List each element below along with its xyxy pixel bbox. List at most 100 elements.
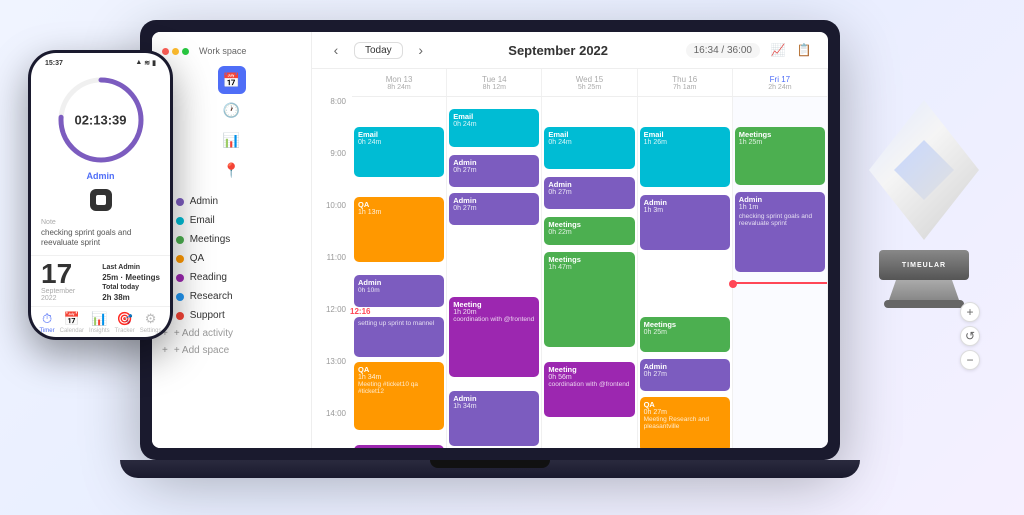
time-1000: 10:00 bbox=[312, 201, 352, 253]
add-space-btn[interactable]: + + Add space bbox=[152, 342, 311, 359]
sidebar-item-reading[interactable]: ▶ Reading bbox=[152, 268, 311, 287]
add-activity-label: + Add activity bbox=[174, 328, 233, 339]
chart-view-icon[interactable]: 📈 bbox=[768, 40, 788, 60]
sidebar-item-research[interactable]: ▶ Research bbox=[152, 287, 311, 306]
event-admin-tue2[interactable]: Admin 0h 27m bbox=[449, 193, 539, 225]
sidebar-item-support[interactable]: ▶ Support bbox=[152, 306, 311, 325]
event-admin-fri[interactable]: Admin 1h 1m checking sprint goals and re… bbox=[735, 192, 825, 272]
event-admin-wed[interactable]: Admin 0h 27m bbox=[544, 177, 634, 209]
col-fri17: Meetings 1h 25m Admin 1h 1m checking spr… bbox=[733, 97, 828, 448]
event-admin-tue1[interactable]: Admin 0h 27m bbox=[449, 155, 539, 187]
control-buttons: + ↺ − bbox=[960, 302, 980, 370]
last-admin-value: 25m · Meetings bbox=[102, 273, 160, 282]
workspace-label: Work space bbox=[199, 46, 246, 56]
next-btn[interactable]: › bbox=[411, 40, 431, 60]
event-meeting-mon[interactable]: Meeting 0h 34m Weekly review meeting wit… bbox=[354, 445, 444, 448]
nav-timer[interactable]: ⏱Timer bbox=[40, 311, 55, 334]
diamond-foot bbox=[884, 300, 964, 308]
nav-tracker[interactable]: 🎯Tracker bbox=[115, 311, 135, 334]
phone-main: 02:13:39 Admin Note checking sprint goal… bbox=[31, 69, 170, 255]
sidebar-item-qa[interactable]: ▶ QA bbox=[152, 249, 311, 268]
support-label: Support bbox=[190, 310, 225, 321]
add-space-label: + Add space bbox=[174, 345, 229, 356]
minimize-dot[interactable] bbox=[172, 48, 179, 55]
activity-label: Admin bbox=[87, 171, 115, 181]
ctrl-minus[interactable]: − bbox=[960, 350, 980, 370]
event-meetings-fri[interactable]: Meetings 1h 25m bbox=[735, 127, 825, 185]
laptop: Work space 📅 🕐 📊 📍 ▶ Admin ▶ Email bbox=[140, 20, 860, 490]
col-wed15: Email 0h 24m Admin 0h 27m Meetings 0h 22… bbox=[542, 97, 637, 448]
time-1400: 14:00 bbox=[312, 409, 352, 448]
reading-label: Reading bbox=[190, 272, 227, 283]
day-tue14: Tue 14 8h 12m bbox=[447, 69, 542, 96]
note-text: checking sprint goals and reevaluate spr… bbox=[41, 228, 160, 249]
nav-insights[interactable]: 📊Insights bbox=[89, 311, 110, 334]
timer-ring: 02:13:39 bbox=[56, 75, 146, 165]
event-admin-tue3[interactable]: Admin 1h 34m bbox=[449, 391, 539, 446]
laptop-notch bbox=[430, 460, 550, 468]
maximize-dot[interactable] bbox=[182, 48, 189, 55]
event-admin-thu2[interactable]: Admin 0h 27m bbox=[640, 359, 730, 391]
day-headers: Mon 13 8h 24m Tue 14 8h 12m Wed 15 5h 25… bbox=[352, 69, 828, 97]
event-meeting-wed[interactable]: Meeting 0h 56m coordination with @fronte… bbox=[544, 362, 634, 417]
sidebar-insights-icon[interactable]: 📊 bbox=[218, 126, 246, 154]
event-qa-thu[interactable]: QA 0h 27m Meeting Research and pleasantv… bbox=[640, 397, 730, 448]
event-email-mon[interactable]: Email 0h 24m bbox=[354, 127, 444, 177]
signal-icon: ▲ bbox=[135, 59, 142, 67]
time-display: 16:34 / 36:00 bbox=[686, 43, 760, 58]
prev-btn[interactable]: ‹ bbox=[326, 40, 346, 60]
phone-time: 15:37 bbox=[45, 60, 63, 67]
diamond-shape bbox=[869, 100, 979, 240]
day-wed15: Wed 15 5h 25m bbox=[542, 69, 637, 96]
add-activity-btn[interactable]: + + Add activity bbox=[152, 325, 311, 342]
sidebar-item-meetings[interactable]: ▶ Meetings bbox=[152, 230, 311, 249]
last-admin-label: Last Admin bbox=[102, 264, 160, 271]
event-meetings-wed2[interactable]: Meetings 1h 47m bbox=[544, 252, 634, 347]
grid-view-icon[interactable]: 📋 bbox=[794, 40, 814, 60]
sidebar-nav: 📅 🕐 📊 📍 bbox=[152, 66, 311, 184]
time-1300: 13:00 bbox=[312, 357, 352, 409]
ctrl-plus[interactable]: + bbox=[960, 302, 980, 322]
ctrl-refresh[interactable]: ↺ bbox=[960, 326, 980, 346]
admin-label: Admin bbox=[190, 196, 218, 207]
current-time-dot bbox=[729, 280, 737, 288]
calendar-title: September 2022 bbox=[439, 43, 678, 58]
event-meetings-wed1[interactable]: Meetings 0h 22m bbox=[544, 217, 634, 245]
col-thu16: Email 1h 26m Admin 1h 3m Meetings 0h 25m bbox=[638, 97, 733, 448]
day-grid-body: Email 0h 24m QA 1h 13m Admin 0h 10m bbox=[352, 97, 828, 448]
event-admin-mon1[interactable]: Admin 0h 10m bbox=[354, 275, 444, 307]
status-icons: ▲ ≋ ▮ bbox=[135, 59, 156, 67]
event-meeting-tue[interactable]: Meeting 1h 20m coordination with @fronte… bbox=[449, 297, 539, 377]
sidebar-calendar-icon[interactable]: 📅 bbox=[218, 66, 246, 94]
event-meetings-thu[interactable]: Meetings 0h 25m bbox=[640, 317, 730, 352]
nav-settings[interactable]: ⚙Settings bbox=[140, 311, 162, 334]
event-qa-mon[interactable]: QA 1h 13m bbox=[354, 197, 444, 262]
research-label: Research bbox=[190, 291, 233, 302]
reading-dot bbox=[176, 274, 184, 282]
event-email-wed[interactable]: Email 0h 24m bbox=[544, 127, 634, 169]
sidebar-clock-icon[interactable]: 🕐 bbox=[218, 96, 246, 124]
sidebar-location-icon[interactable]: 📍 bbox=[218, 156, 246, 184]
event-admin-mon2[interactable]: setting up sprint to mannel bbox=[354, 317, 444, 357]
phone-bottom-nav: ⏱Timer 📅Calendar 📊Insights 🎯Tracker ⚙Set… bbox=[31, 306, 170, 337]
today-btn[interactable]: Today bbox=[354, 42, 403, 59]
event-email-tue[interactable]: Email 0h 24m bbox=[449, 109, 539, 147]
phone-date-row: 17 September 2022 Last Admin 25m · Meeti… bbox=[31, 255, 170, 306]
sidebar-top: Work space bbox=[152, 40, 311, 62]
nav-calendar[interactable]: 📅Calendar bbox=[60, 311, 84, 334]
time-1100: 11:00 bbox=[312, 253, 352, 305]
event-admin-thu[interactable]: Admin 1h 3m bbox=[640, 195, 730, 250]
col-tue14: Email 0h 24m Admin 0h 27m Admin 0h 27m bbox=[447, 97, 542, 448]
calendar-main: ‹ Today › September 2022 16:34 / 36:00 📈… bbox=[312, 32, 828, 448]
event-email-thu[interactable]: Email 1h 26m bbox=[640, 127, 730, 187]
laptop-body: Work space 📅 🕐 📊 📍 ▶ Admin ▶ Email bbox=[140, 20, 840, 460]
time-800: 8:00 bbox=[312, 97, 352, 149]
stop-icon bbox=[96, 195, 106, 205]
phone-month: September 2022 bbox=[41, 288, 75, 302]
time-1200: 12:00 bbox=[312, 305, 352, 357]
event-qa-mon2[interactable]: QA 1h 34m Meeting #ticket10 qa #ticket12 bbox=[354, 362, 444, 430]
sidebar-item-admin[interactable]: ▶ Admin bbox=[152, 192, 311, 211]
day-mon13: Mon 13 8h 24m bbox=[352, 69, 447, 96]
sidebar-item-email[interactable]: ▶ Email bbox=[152, 211, 311, 230]
stop-button[interactable] bbox=[90, 189, 112, 211]
